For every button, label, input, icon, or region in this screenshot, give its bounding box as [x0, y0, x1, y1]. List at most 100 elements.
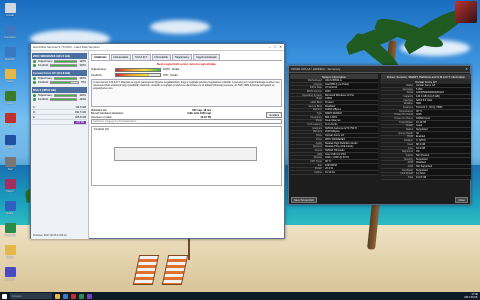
drive-item[interactable]: Corsair Force GT (111.8 GB) Teljesítmény 1… — [32, 70, 87, 84]
health-label: Kondíció — [38, 97, 49, 101]
perf-value: 100% — [79, 76, 86, 80]
level-row: Teljesítmény: 100% Kiváló — [91, 67, 282, 72]
app-shortcut-icon[interactable] — [455, 1, 477, 23]
row-key: DevSleep — [402, 168, 413, 172]
clock[interactable]: 17:06 2017.06.05. — [464, 293, 478, 299]
health-label: Kondíció — [38, 80, 49, 84]
maximize-icon[interactable]: □ — [274, 45, 276, 49]
tab[interactable]: Áttekintés — [91, 54, 110, 60]
close-icon[interactable]: ✕ — [279, 45, 282, 49]
comment-input[interactable] — [91, 119, 282, 125]
drive-item[interactable]: WDC WD10EZEX (931.5 GB) Teljesítmény 100% K… — [32, 53, 87, 67]
info-key: Becsült hátralévő élettartam: — [91, 112, 124, 116]
close-button[interactable]: Close — [455, 197, 468, 203]
volume-letter: D: — [33, 110, 36, 114]
row-key: Model — [406, 83, 413, 87]
total-capacity-badge: 3.5 TB — [74, 120, 86, 124]
desktop-icon[interactable]: App — [2, 113, 18, 130]
row-value: 01:12:44 — [324, 171, 378, 175]
desktop-icon[interactable]: Shortcut — [2, 267, 18, 284]
desktop-icon[interactable]: Player — [2, 179, 18, 196]
row-value: 15066 hours — [415, 117, 471, 121]
explorer-icon[interactable] — [55, 293, 60, 299]
row-key: USB — [316, 152, 322, 156]
volume-letter: E: — [33, 115, 36, 119]
app-icon[interactable] — [87, 293, 92, 299]
status-line: Frissítve: 2017.06.05 14:02:12 — [33, 234, 67, 237]
row-key: Security — [403, 157, 413, 161]
desktop-icon[interactable]: Editor — [2, 201, 18, 218]
repeat-button[interactable]: Ismétlés — [266, 112, 282, 119]
tab[interactable]: S.M.A.R.T. — [132, 54, 151, 60]
search-box[interactable]: Keresés — [10, 293, 52, 299]
row-value: Not Supported — [415, 164, 471, 168]
tab-bar: Áttekintés Hőmérséklet S.M.A.R.T. Informáci… — [91, 54, 282, 61]
row-value: Disabled — [415, 161, 471, 165]
health-bar — [50, 63, 78, 67]
row-value: 38 °C — [324, 159, 378, 163]
drive-item[interactable]: Disk 2 (465.8 GB) Teljesítmény 100% Kondíci… — [32, 87, 87, 101]
desktop-icon[interactable]: Folder — [2, 69, 18, 86]
status-description: A merevlemez S.M.A.R.T. állapotát és egy… — [91, 78, 282, 107]
row-key: Build — [316, 97, 322, 101]
tab[interactable]: Teljesítmény — [171, 54, 193, 60]
row-value: Supported — [415, 157, 471, 161]
tab[interactable]: Figyelmeztetések — [193, 54, 220, 60]
desktop-icon[interactable]: Media — [2, 135, 18, 152]
row-key: Power — [314, 167, 322, 171]
row-value: SATA 6.0 Gb/s — [415, 98, 471, 102]
health-label: Kondíció — [38, 63, 49, 67]
desktop-icon[interactable]: Network — [2, 47, 18, 64]
app-icon[interactable] — [71, 293, 76, 299]
desktop-icon-label: Tool — [7, 168, 13, 171]
perf-label: Teljesítmény — [38, 59, 53, 63]
row-key: Drive — [316, 137, 322, 141]
row-value: 120.0 GB (111.8 GiB) — [415, 94, 471, 98]
row-value: 14393 — [324, 97, 378, 101]
row-key: CAS Latency — [307, 123, 322, 127]
row-value: 43.4 GB — [415, 146, 471, 150]
health-value: 100% — [79, 97, 86, 101]
desktop-icon[interactable]: Computer — [2, 25, 18, 42]
app-icon[interactable] — [79, 293, 84, 299]
tab[interactable]: Hőmérséklet — [110, 54, 132, 60]
desktop-icon-glyph — [4, 91, 16, 101]
level-status: Kiváló — [170, 73, 178, 77]
row-value: ASUS B85M-G — [324, 78, 378, 82]
health-graph: Kondíció (%) — [91, 126, 282, 187]
save-screenshot-button[interactable]: Save Screenshot — [291, 197, 317, 203]
row-key: Drive — [316, 134, 322, 138]
row-key: Sound — [314, 148, 322, 152]
row-value: 30 °C — [415, 109, 471, 113]
close-icon[interactable]: ✕ — [465, 67, 468, 71]
row-value: Enabled — [415, 135, 471, 139]
health-bar — [50, 80, 79, 84]
title-bar[interactable]: CPUID CPU-Z / HWiNFO - Summary ✕ — [289, 66, 470, 73]
minimize-icon[interactable]: – — [269, 45, 271, 49]
desktop-icon-glyph — [4, 245, 16, 255]
level-value: 100% — [163, 68, 170, 71]
row-key: Display — [313, 156, 322, 160]
row-value: Corsair Force GT — [415, 83, 471, 87]
browser-icon[interactable] — [63, 293, 68, 299]
desktop-icon[interactable]: Tool — [2, 157, 18, 174]
start-icon[interactable] — [2, 293, 7, 299]
row-key: Network — [312, 145, 322, 149]
level-bar — [115, 73, 161, 77]
title-bar[interactable]: Hard Disk Sentinel 5.70 PRO - Hard Disk … — [31, 44, 284, 51]
graph-label: Kondíció (%) — [94, 128, 109, 132]
tab[interactable]: Információk — [151, 54, 171, 60]
row-value: DDR3 SDRAM — [324, 112, 378, 116]
row-value: Microsoft Windows 10 Pro — [324, 93, 378, 97]
row-value: 07/11/2014 — [324, 86, 378, 90]
desktop-icon[interactable]: Folder — [2, 245, 18, 262]
desktop-icon[interactable]: Download — [2, 223, 18, 240]
row-key: Interface — [403, 98, 413, 102]
row-key: Total — [407, 176, 413, 180]
desktop-icon[interactable]: Game — [2, 91, 18, 108]
row-key: Health — [405, 124, 413, 128]
window-title: CPUID CPU-Z / HWiNFO - Summary — [291, 67, 341, 71]
desktop-icon[interactable]: Lomtár — [2, 3, 18, 20]
info-value: több mint 1000 nap — [187, 112, 211, 116]
row-key: Temperature — [398, 109, 413, 113]
